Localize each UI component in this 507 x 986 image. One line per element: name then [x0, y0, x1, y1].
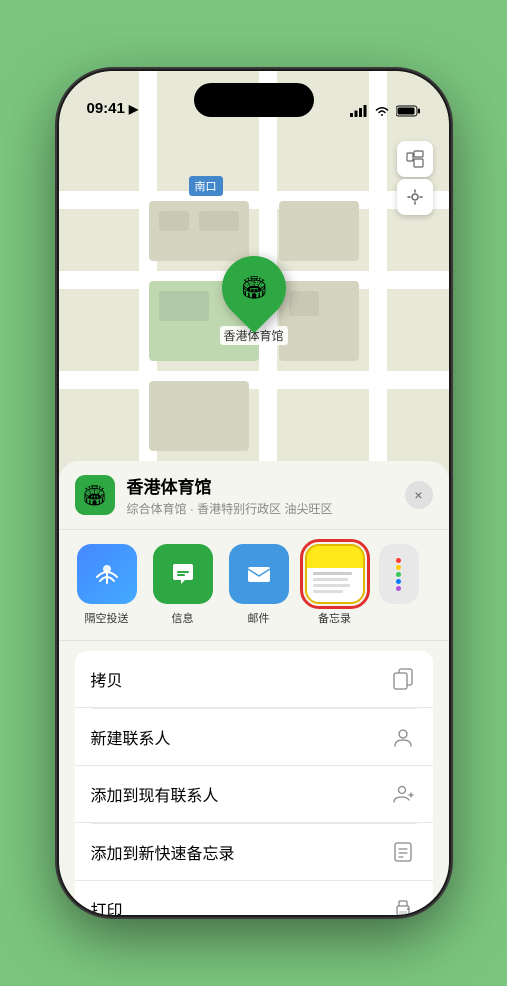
- bottom-sheet: 🏟 香港体育馆 综合体育馆 · 香港特别行政区 油尖旺区 ×: [59, 461, 449, 915]
- map-controls: [397, 141, 433, 215]
- status-icons: [350, 105, 421, 117]
- location-button[interactable]: [397, 179, 433, 215]
- quick-note-label: 添加到新快速备忘录: [91, 840, 389, 864]
- share-item-airdrop[interactable]: 隔空投送: [75, 544, 139, 626]
- signal-icon: [350, 105, 368, 117]
- share-row: 隔空投送 信息: [59, 530, 449, 641]
- action-quick-note[interactable]: 添加到新快速备忘录: [75, 824, 433, 881]
- notes-label: 备忘录: [318, 610, 351, 626]
- pin-icon: 🏟: [208, 243, 299, 334]
- action-add-contact[interactable]: 添加到现有联系人: [75, 766, 433, 823]
- action-print[interactable]: 打印: [75, 881, 433, 915]
- mail-label: 邮件: [248, 610, 270, 626]
- action-new-contact[interactable]: 新建联系人: [75, 709, 433, 766]
- phone-frame: 09:41 ▶: [59, 71, 449, 915]
- add-contact-label: 添加到现有联系人: [91, 782, 389, 806]
- place-header: 🏟 香港体育馆 综合体育馆 · 香港特别行政区 油尖旺区 ×: [59, 461, 449, 530]
- share-item-mail[interactable]: 邮件: [227, 544, 291, 626]
- copy-icon: [389, 665, 417, 693]
- print-label: 打印: [91, 897, 389, 915]
- person-add-icon: [389, 780, 417, 808]
- person-icon: [389, 723, 417, 751]
- place-subtitle: 综合体育馆 · 香港特别行政区 油尖旺区: [127, 500, 405, 517]
- status-time: 09:41 ▶: [87, 100, 139, 117]
- map-type-button[interactable]: [397, 141, 433, 177]
- print-icon: [389, 895, 417, 915]
- close-button[interactable]: ×: [405, 481, 433, 509]
- battery-icon: [396, 105, 421, 117]
- stadium-icon: 🏟: [240, 275, 268, 301]
- note-add-icon: [389, 838, 417, 866]
- place-icon: 🏟: [75, 475, 115, 515]
- copy-label: 拷贝: [91, 667, 389, 691]
- dynamic-island: [194, 83, 314, 117]
- new-contact-label: 新建联系人: [91, 725, 389, 749]
- share-item-messages[interactable]: 信息: [151, 544, 215, 626]
- share-item-more[interactable]: [379, 544, 419, 626]
- messages-label: 信息: [172, 610, 194, 626]
- map-north-label: 南口: [189, 176, 223, 196]
- location-pin: 🏟 香港体育馆: [219, 256, 287, 345]
- action-copy[interactable]: 拷贝: [75, 651, 433, 708]
- share-item-notes[interactable]: 备忘录: [303, 544, 367, 626]
- place-info: 香港体育馆 综合体育馆 · 香港特别行政区 油尖旺区: [127, 473, 405, 517]
- wifi-icon: [374, 105, 390, 117]
- place-name: 香港体育馆: [127, 473, 405, 498]
- location-arrow-icon: ▶: [129, 102, 138, 116]
- airdrop-label: 隔空投送: [85, 610, 129, 626]
- action-list: 拷贝 新建联系人: [75, 651, 433, 915]
- phone-screen: 09:41 ▶: [59, 71, 449, 915]
